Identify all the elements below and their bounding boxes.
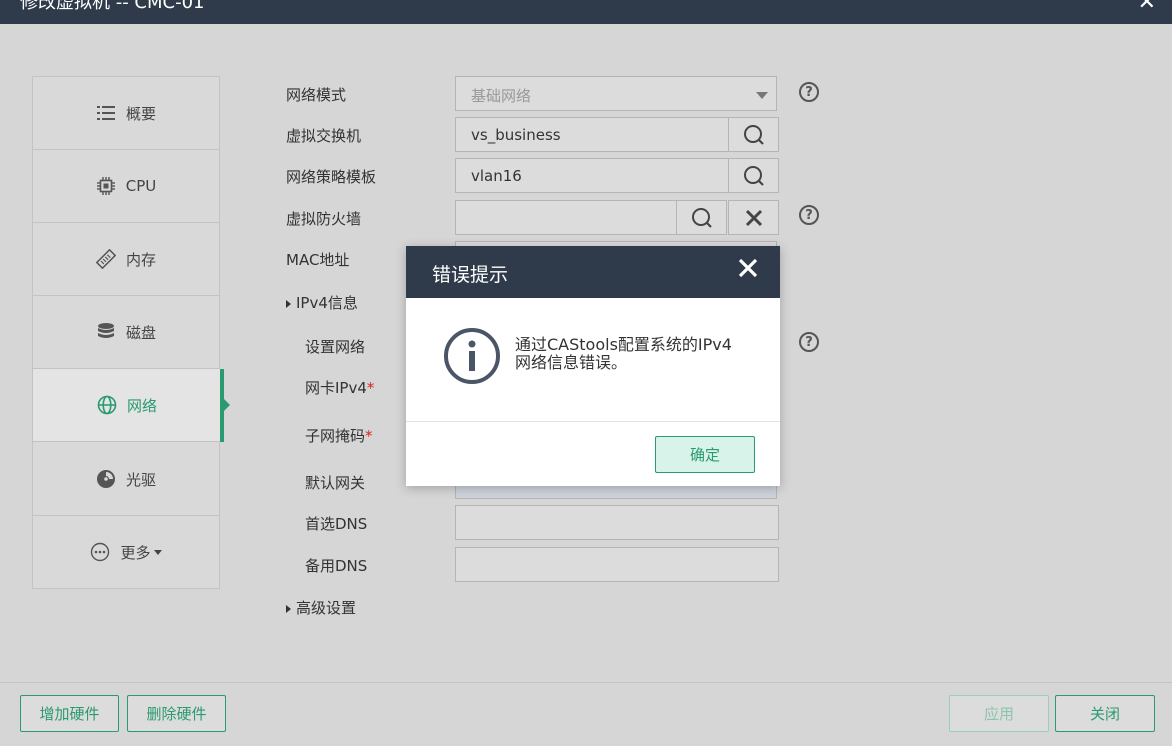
- triangle-right-icon: [286, 604, 291, 613]
- help-icon[interactable]: ?: [799, 205, 819, 225]
- firewall-search-button[interactable]: [676, 200, 727, 235]
- dialog-title: 错误提示: [432, 264, 509, 286]
- required-mark: *: [365, 427, 373, 445]
- add-hardware-button[interactable]: 增加硬件: [20, 695, 119, 732]
- search-icon: [691, 207, 712, 228]
- more-icon: [90, 542, 110, 562]
- gateway-label: 默认网关: [305, 474, 366, 492]
- ipv4-section-label: IPv4信息: [296, 294, 358, 312]
- policy-template-input[interactable]: vlan16: [455, 158, 729, 193]
- network-mode-select[interactable]: 基础网络: [455, 76, 777, 111]
- sidebar-item-label: 概要: [125, 104, 156, 123]
- list-icon: [96, 103, 116, 123]
- chevron-down-icon: [153, 549, 162, 555]
- window-title: 修改虚拟机 -- CMC-01: [20, 0, 205, 13]
- triangle-right-icon: [286, 299, 291, 308]
- set-network-label: 设置网络: [305, 338, 366, 356]
- subnet-mask-label: 子网掩码*: [305, 425, 373, 446]
- footer-divider: [0, 682, 1172, 683]
- mac-label: MAC地址: [286, 251, 350, 269]
- info-icon: [444, 328, 500, 384]
- help-icon[interactable]: ?: [799, 332, 819, 352]
- window-titlebar: 修改虚拟机 -- CMC-01 ✕: [0, 0, 1172, 24]
- sidebar-item-network[interactable]: 网络: [32, 369, 230, 442]
- vswitch-search-button[interactable]: [728, 117, 779, 152]
- vswitch-input[interactable]: vs_business: [455, 117, 729, 152]
- ok-button[interactable]: 确定: [655, 436, 755, 473]
- disk-icon: [96, 322, 116, 342]
- sidebar-item-summary[interactable]: 概要: [33, 77, 219, 150]
- sidebar-item-label: 光驱: [125, 470, 156, 489]
- sidebar-item-label: CPU: [125, 177, 157, 195]
- nic-ipv4-label: 网卡IPv4*: [305, 377, 374, 398]
- dns-backup-input[interactable]: [455, 547, 779, 582]
- dialog-close-icon[interactable]: [738, 258, 758, 282]
- ipv4-section-toggle[interactable]: IPv4信息: [286, 292, 358, 313]
- advanced-section-toggle[interactable]: 高级设置: [286, 597, 356, 618]
- sidebar-item-label: 更多: [120, 543, 151, 562]
- remove-hardware-button[interactable]: 删除硬件: [127, 695, 226, 732]
- cpu-chip-icon: [96, 176, 116, 196]
- error-dialog: 错误提示 通过CAStools配置系统的IPv4网络信息错误。 确定: [406, 246, 780, 486]
- help-icon[interactable]: ?: [799, 82, 819, 102]
- sidebar-item-label: 网络: [126, 396, 157, 415]
- network-mode-label: 网络模式: [286, 86, 347, 104]
- chevron-down-icon: [756, 92, 768, 99]
- policy-template-label: 网络策略模板: [286, 168, 377, 186]
- dialog-message: 通过CAStools配置系统的IPv4网络信息错误。: [515, 335, 732, 372]
- close-button[interactable]: 关闭: [1055, 695, 1155, 732]
- nic-ipv4-text: 网卡IPv4: [305, 379, 367, 397]
- sidebar-item-more[interactable]: 更多: [33, 516, 219, 589]
- policy-template-search-button[interactable]: [728, 158, 779, 193]
- dns-primary-label: 首选DNS: [305, 515, 368, 533]
- sidebar-item-cdrom[interactable]: 光驱: [33, 443, 219, 516]
- sidebar-item-label: 内存: [125, 250, 156, 269]
- dialog-body: 通过CAStools配置系统的IPv4网络信息错误。: [406, 298, 780, 422]
- policy-template-value: vlan16: [471, 167, 522, 185]
- network-mode-value: 基础网络: [471, 87, 532, 105]
- apply-button[interactable]: 应用: [949, 695, 1049, 732]
- sidebar-item-disk[interactable]: 磁盘: [33, 296, 219, 369]
- search-icon: [743, 124, 764, 145]
- dialog-header: 错误提示: [406, 246, 780, 298]
- dns-primary-input[interactable]: [455, 505, 779, 540]
- cdrom-icon: [96, 469, 116, 489]
- firewall-label: 虚拟防火墙: [286, 210, 362, 228]
- vswitch-label: 虚拟交换机: [286, 127, 362, 145]
- globe-icon: [97, 395, 117, 415]
- subnet-mask-text: 子网掩码: [305, 427, 366, 445]
- sidebar-item-label: 磁盘: [125, 323, 156, 342]
- window-close-icon[interactable]: ✕: [1138, 0, 1156, 15]
- firewall-clear-button[interactable]: [728, 200, 779, 235]
- sidebar-item-cpu[interactable]: CPU: [33, 150, 219, 223]
- firewall-input[interactable]: [455, 200, 677, 235]
- hardware-sidebar: 概要 CPU 内存 磁盘 网络 光驱 更多: [32, 76, 230, 589]
- dns-backup-label: 备用DNS: [305, 557, 368, 575]
- close-icon: [745, 209, 762, 226]
- advanced-section-label: 高级设置: [296, 599, 357, 617]
- sidebar-item-memory[interactable]: 内存: [33, 223, 219, 296]
- search-icon: [743, 165, 764, 186]
- memory-icon: [95, 249, 116, 269]
- required-mark: *: [366, 379, 375, 397]
- vswitch-value: vs_business: [471, 126, 561, 144]
